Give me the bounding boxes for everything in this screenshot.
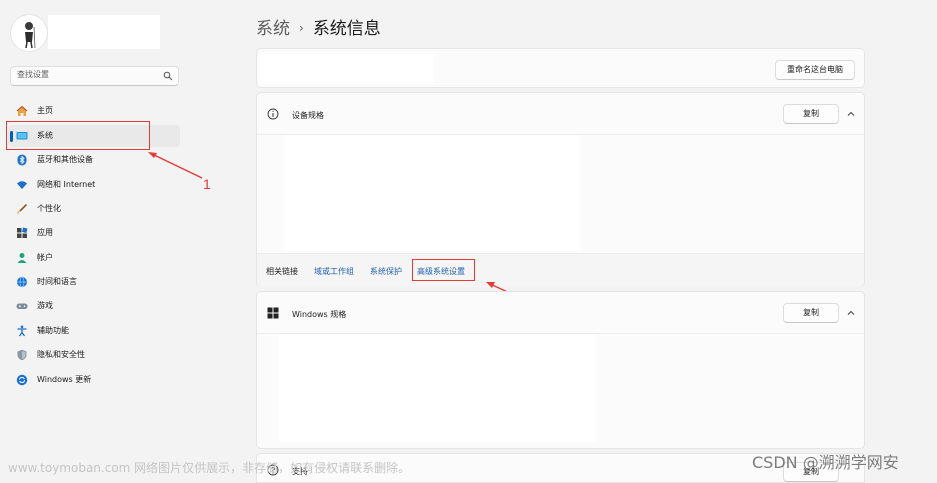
sidebar-item-label: 蓝牙和其他设备 <box>37 155 93 164</box>
windows-specs-title: Windows 规格 <box>292 310 347 319</box>
settings-search-box[interactable] <box>10 66 179 86</box>
breadcrumb-separator-icon: › <box>299 21 304 35</box>
wifi-icon <box>17 181 27 189</box>
breadcrumb: 系统 › 系统信息 <box>256 14 381 39</box>
windows-specs-redacted <box>279 335 596 442</box>
account-icon <box>17 253 27 263</box>
device-specs-redacted <box>284 135 581 251</box>
sidebar-item-gaming[interactable]: 游戏 <box>8 295 180 317</box>
sidebar-item-label: 主页 <box>37 106 53 115</box>
shield-icon <box>17 349 27 361</box>
accessibility-icon <box>17 325 27 337</box>
search-icon[interactable] <box>163 71 173 81</box>
sidebar-item-label: 帐户 <box>37 253 53 262</box>
device-name-card: 重命名这台电脑 <box>256 48 865 88</box>
gamepad-icon <box>16 303 28 309</box>
sidebar-item-windows-update[interactable]: Windows 更新 <box>8 369 180 391</box>
apps-icon <box>17 227 28 238</box>
user-avatar[interactable] <box>10 14 48 52</box>
sidebar-item-label: 游戏 <box>37 301 53 310</box>
device-specs-card: 设备规格 复制 相关链接 域或工作组 系统保护 高级系统设置 <box>256 92 865 287</box>
brush-icon <box>17 203 28 214</box>
sidebar-item-privacy[interactable]: 隐私和安全性 <box>8 344 180 366</box>
watermark-right: CSDN @溯溯学网安 <box>752 453 899 472</box>
update-icon <box>16 374 28 386</box>
link-domain-workgroup[interactable]: 域或工作组 <box>314 266 354 277</box>
sidebar-item-home[interactable]: 主页 <box>8 100 180 122</box>
chevron-up-icon[interactable] <box>846 109 856 119</box>
windows-logo-icon <box>267 307 279 319</box>
sidebar-item-apps[interactable]: 应用 <box>8 222 180 244</box>
sidebar-item-label: 时间和语言 <box>37 277 77 286</box>
copy-windows-specs-button[interactable]: 复制 <box>783 303 839 323</box>
annotation-label-1: 1 <box>203 176 211 192</box>
annotation-arrow-1 <box>148 152 203 179</box>
device-specs-title: 设备规格 <box>292 111 324 120</box>
bluetooth-icon <box>17 154 27 166</box>
sidebar-item-label: 网络和 Internet <box>37 180 96 189</box>
sidebar-item-time-language[interactable]: 时间和语言 <box>8 271 180 293</box>
sidebar-item-label: 应用 <box>37 228 53 237</box>
chevron-up-icon[interactable] <box>846 308 856 318</box>
device-name-redacted <box>259 54 434 84</box>
sidebar-item-label: Windows 更新 <box>37 375 92 384</box>
annotation-box-1 <box>6 121 150 150</box>
sidebar-item-label: 辅助功能 <box>37 326 69 335</box>
divider <box>257 333 864 334</box>
sidebar-item-label: 隐私和安全性 <box>37 350 85 359</box>
related-links-label: 相关链接 <box>266 267 298 276</box>
sidebar-item-label: 个性化 <box>37 204 61 213</box>
sidebar-item-accessibility[interactable]: 辅助功能 <box>8 320 180 342</box>
windows-specs-card: Windows 规格 复制 <box>256 291 865 449</box>
globe-clock-icon <box>17 276 27 288</box>
info-icon <box>267 108 279 120</box>
rename-pc-button[interactable]: 重命名这台电脑 <box>775 60 855 80</box>
home-icon <box>16 105 28 116</box>
page-title: 系统信息 <box>312 19 381 39</box>
copy-device-specs-button[interactable]: 复制 <box>783 104 839 124</box>
search-input[interactable] <box>17 70 157 79</box>
breadcrumb-parent[interactable]: 系统 <box>256 19 290 39</box>
sidebar-item-personalization[interactable]: 个性化 <box>8 198 180 220</box>
user-name-redacted <box>48 15 160 49</box>
link-system-protection[interactable]: 系统保护 <box>370 266 402 277</box>
annotation-box-2 <box>412 259 475 281</box>
watermark-left: www.toymoban.com 网络图片仅供展示，非存储，如有侵权请联系删除。 <box>8 461 411 475</box>
sidebar-item-accounts[interactable]: 帐户 <box>8 247 180 269</box>
